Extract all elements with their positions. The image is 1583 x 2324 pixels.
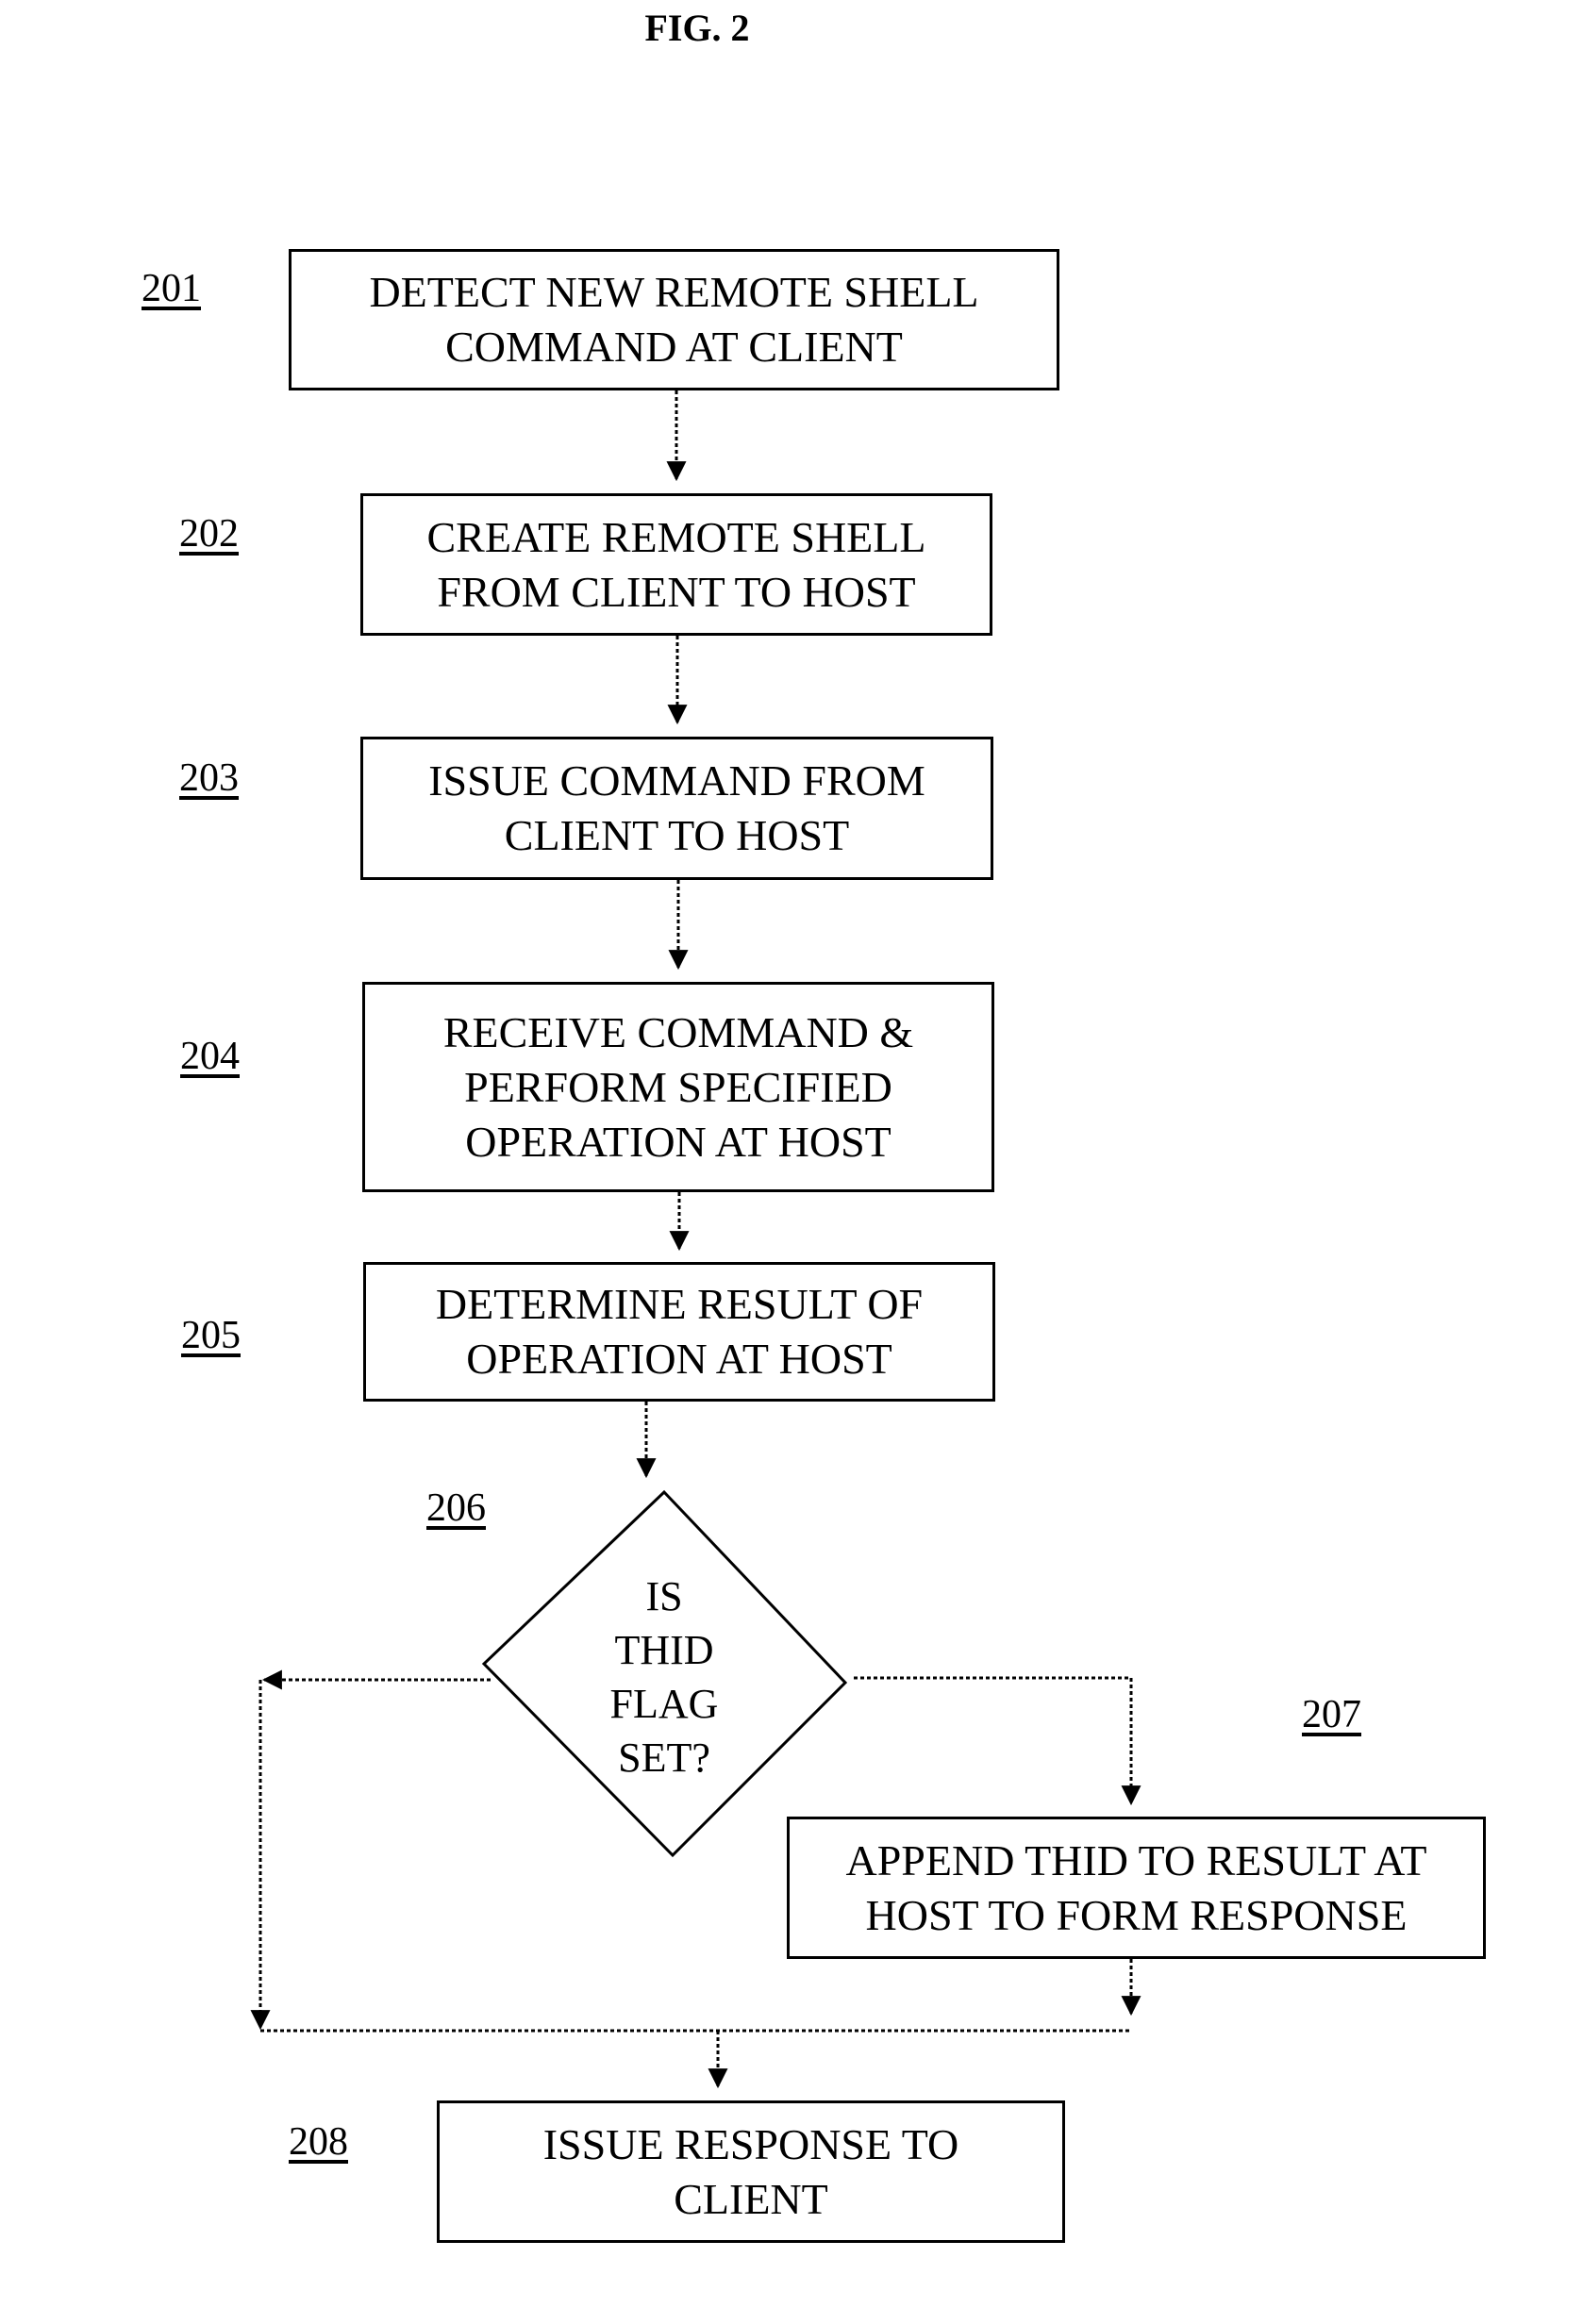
step-206-decision-text: IS THID FLAG SET? [609,1573,719,1781]
edge-206-207 [854,1676,1141,1806]
flow-connectors [250,390,1141,2089]
